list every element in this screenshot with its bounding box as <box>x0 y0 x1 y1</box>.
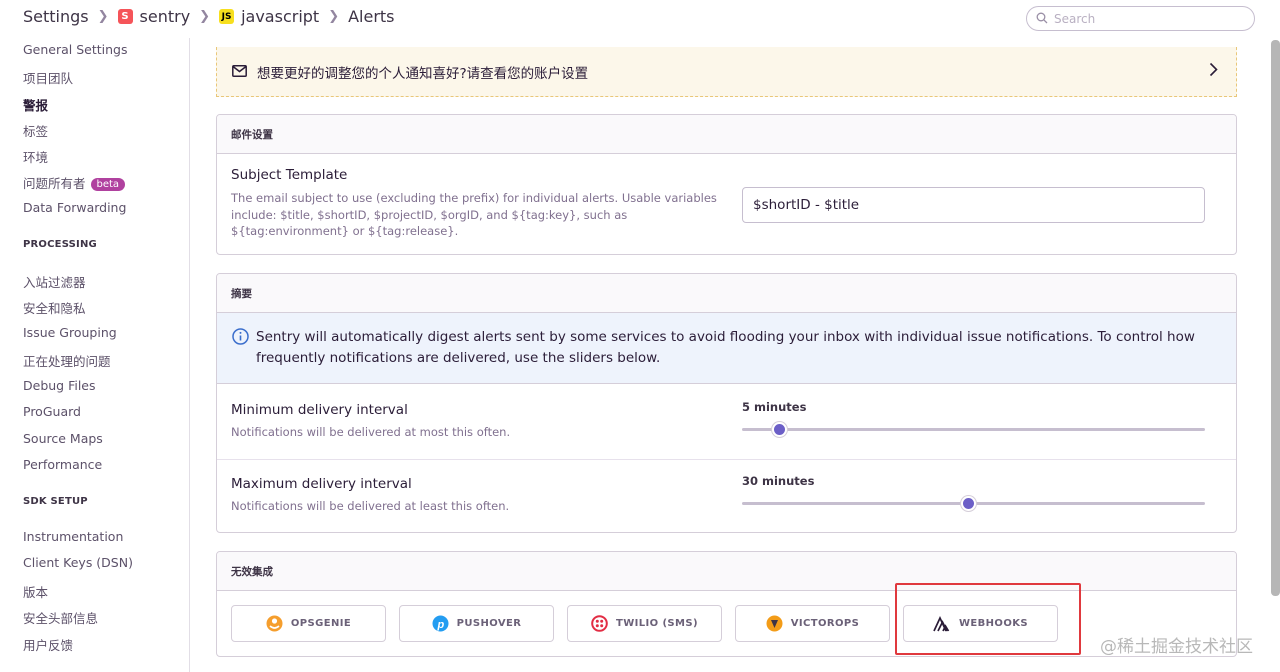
pushover-icon: p <box>432 615 449 632</box>
highlight-box <box>895 583 1081 655</box>
row-divider <box>217 459 1236 460</box>
search-box[interactable] <box>1026 6 1255 31</box>
subject-template-label: Subject Template <box>231 167 348 183</box>
twilio-icon <box>591 615 608 632</box>
sidebar-heading-processing: PROCESSING <box>23 239 97 250</box>
max-interval-slider-thumb[interactable] <box>961 496 977 511</box>
subject-template-help: The email subject to use (excluding the … <box>231 191 717 238</box>
mail-icon <box>232 62 247 81</box>
chevron-right-icon: ❯ <box>199 9 211 24</box>
min-interval-value: 5 minutes <box>742 400 807 414</box>
chevron-right-icon: ❯ <box>328 9 340 24</box>
integration-label: OPSGENIE <box>290 618 352 629</box>
watermark: @稀土掘金技术社区 <box>1100 637 1253 657</box>
scrollbar[interactable] <box>1271 40 1280 596</box>
sidebar-heading-sdk-setup: SDK SETUP <box>23 496 88 507</box>
sidebar-item-tags[interactable]: 标签 <box>23 121 48 140</box>
max-interval-help: Notifications will be delivered at least… <box>231 499 510 513</box>
top-header: Settings ❯ S sentry ❯ JS javascript ❯ Al… <box>0 0 1280 38</box>
integration-label: TWILIO (SMS) <box>616 618 698 629</box>
chevron-right-icon: ❯ <box>97 9 109 24</box>
opsgenie-icon <box>266 615 283 632</box>
sidebar-item-source-maps[interactable]: Source Maps <box>23 431 103 446</box>
sidebar-item-alerts[interactable]: 警报 <box>23 95 48 114</box>
sidebar-item-inbound-filters[interactable]: 入站过滤器 <box>23 272 86 291</box>
max-interval-slider[interactable] <box>742 496 1205 511</box>
digest-info-text: Sentry will automatically digest alerts … <box>256 329 1195 366</box>
info-icon <box>232 328 249 349</box>
integration-victorops[interactable]: VICTOROPS <box>735 605 890 642</box>
banner-text: 想要更好的调整您的个人通知喜好?请查看您的账户设置 <box>257 65 589 82</box>
panel-heading: 邮件设置 <box>217 115 1236 154</box>
email-settings-panel: 邮件设置 Subject Template The email subject … <box>216 114 1237 255</box>
integration-label: VICTOROPS <box>790 618 860 629</box>
breadcrumb-org[interactable]: sentry <box>140 7 191 26</box>
sidebar-item-data-forwarding[interactable]: Data Forwarding <box>23 200 126 215</box>
subject-template-input[interactable] <box>742 187 1205 223</box>
search-icon <box>1036 9 1048 28</box>
settings-sidebar: General Settings 项目团队 警报 标签 环境 问题所有者 beta… <box>0 38 190 672</box>
max-interval-value: 30 minutes <box>742 474 815 488</box>
min-interval-label: Minimum delivery interval <box>231 402 408 418</box>
panel-heading: 无效集成 <box>217 552 1236 591</box>
breadcrumb-settings[interactable]: Settings <box>23 7 89 26</box>
search-input[interactable] <box>1054 11 1244 26</box>
breadcrumb-page: Alerts <box>348 7 395 26</box>
sidebar-item-user-feedback[interactable]: 用户反馈 <box>23 635 73 654</box>
digest-info-alert: Sentry will automatically digest alerts … <box>217 313 1236 384</box>
digests-panel: 摘要 Sentry will automatically digest aler… <box>216 273 1237 533</box>
sidebar-item-issue-owners[interactable]: 问题所有者 beta <box>23 173 126 192</box>
sidebar-item-security-headers[interactable]: 安全头部信息 <box>23 608 98 627</box>
beta-badge: beta <box>90 178 126 191</box>
max-interval-label: Maximum delivery interval <box>231 476 412 492</box>
min-interval-slider[interactable] <box>742 422 1205 437</box>
sidebar-item-processing-issues[interactable]: 正在处理的问题 <box>23 351 111 370</box>
min-interval-help: Notifications will be delivered at most … <box>231 425 511 439</box>
sidebar-item-issue-grouping[interactable]: Issue Grouping <box>23 325 117 340</box>
sidebar-item-environments[interactable]: 环境 <box>23 147 48 166</box>
integration-label: PUSHOVER <box>456 618 522 629</box>
integration-twilio[interactable]: TWILIO (SMS) <box>567 605 722 642</box>
inactive-integrations-panel: 无效集成 OPSGENIE p PUSHOVER TWILIO (SMS) VI… <box>216 551 1237 657</box>
js-platform-icon: JS <box>219 9 235 24</box>
sidebar-item-releases[interactable]: 版本 <box>23 582 48 601</box>
integration-pushover[interactable]: p PUSHOVER <box>399 605 554 642</box>
org-badge-icon: S <box>117 9 133 24</box>
breadcrumb-project[interactable]: javascript <box>241 7 319 26</box>
sidebar-item-debug-files[interactable]: Debug Files <box>23 378 96 393</box>
sidebar-item-client-keys[interactable]: Client Keys (DSN) <box>23 555 133 570</box>
breadcrumb: Settings ❯ S sentry ❯ JS javascript ❯ Al… <box>23 7 395 26</box>
sidebar-item-security-privacy[interactable]: 安全和隐私 <box>23 298 86 317</box>
integration-opsgenie[interactable]: OPSGENIE <box>231 605 386 642</box>
sidebar-item-performance[interactable]: Performance <box>23 457 102 472</box>
sidebar-item-project-teams[interactable]: 项目团队 <box>23 68 73 87</box>
sidebar-item-proguard[interactable]: ProGuard <box>23 404 81 419</box>
victorops-icon <box>766 615 783 632</box>
panel-heading: 摘要 <box>217 274 1236 313</box>
sidebar-item-general-settings[interactable]: General Settings <box>23 42 128 57</box>
min-interval-slider-thumb[interactable] <box>771 422 787 437</box>
sidebar-item-label: 问题所有者 <box>23 176 86 191</box>
account-settings-banner[interactable]: 想要更好的调整您的个人通知喜好?请查看您的账户设置 <box>216 47 1237 97</box>
sidebar-item-instrumentation[interactable]: Instrumentation <box>23 529 123 544</box>
svg-text:p: p <box>436 619 444 631</box>
chevron-right-icon <box>1209 62 1218 81</box>
